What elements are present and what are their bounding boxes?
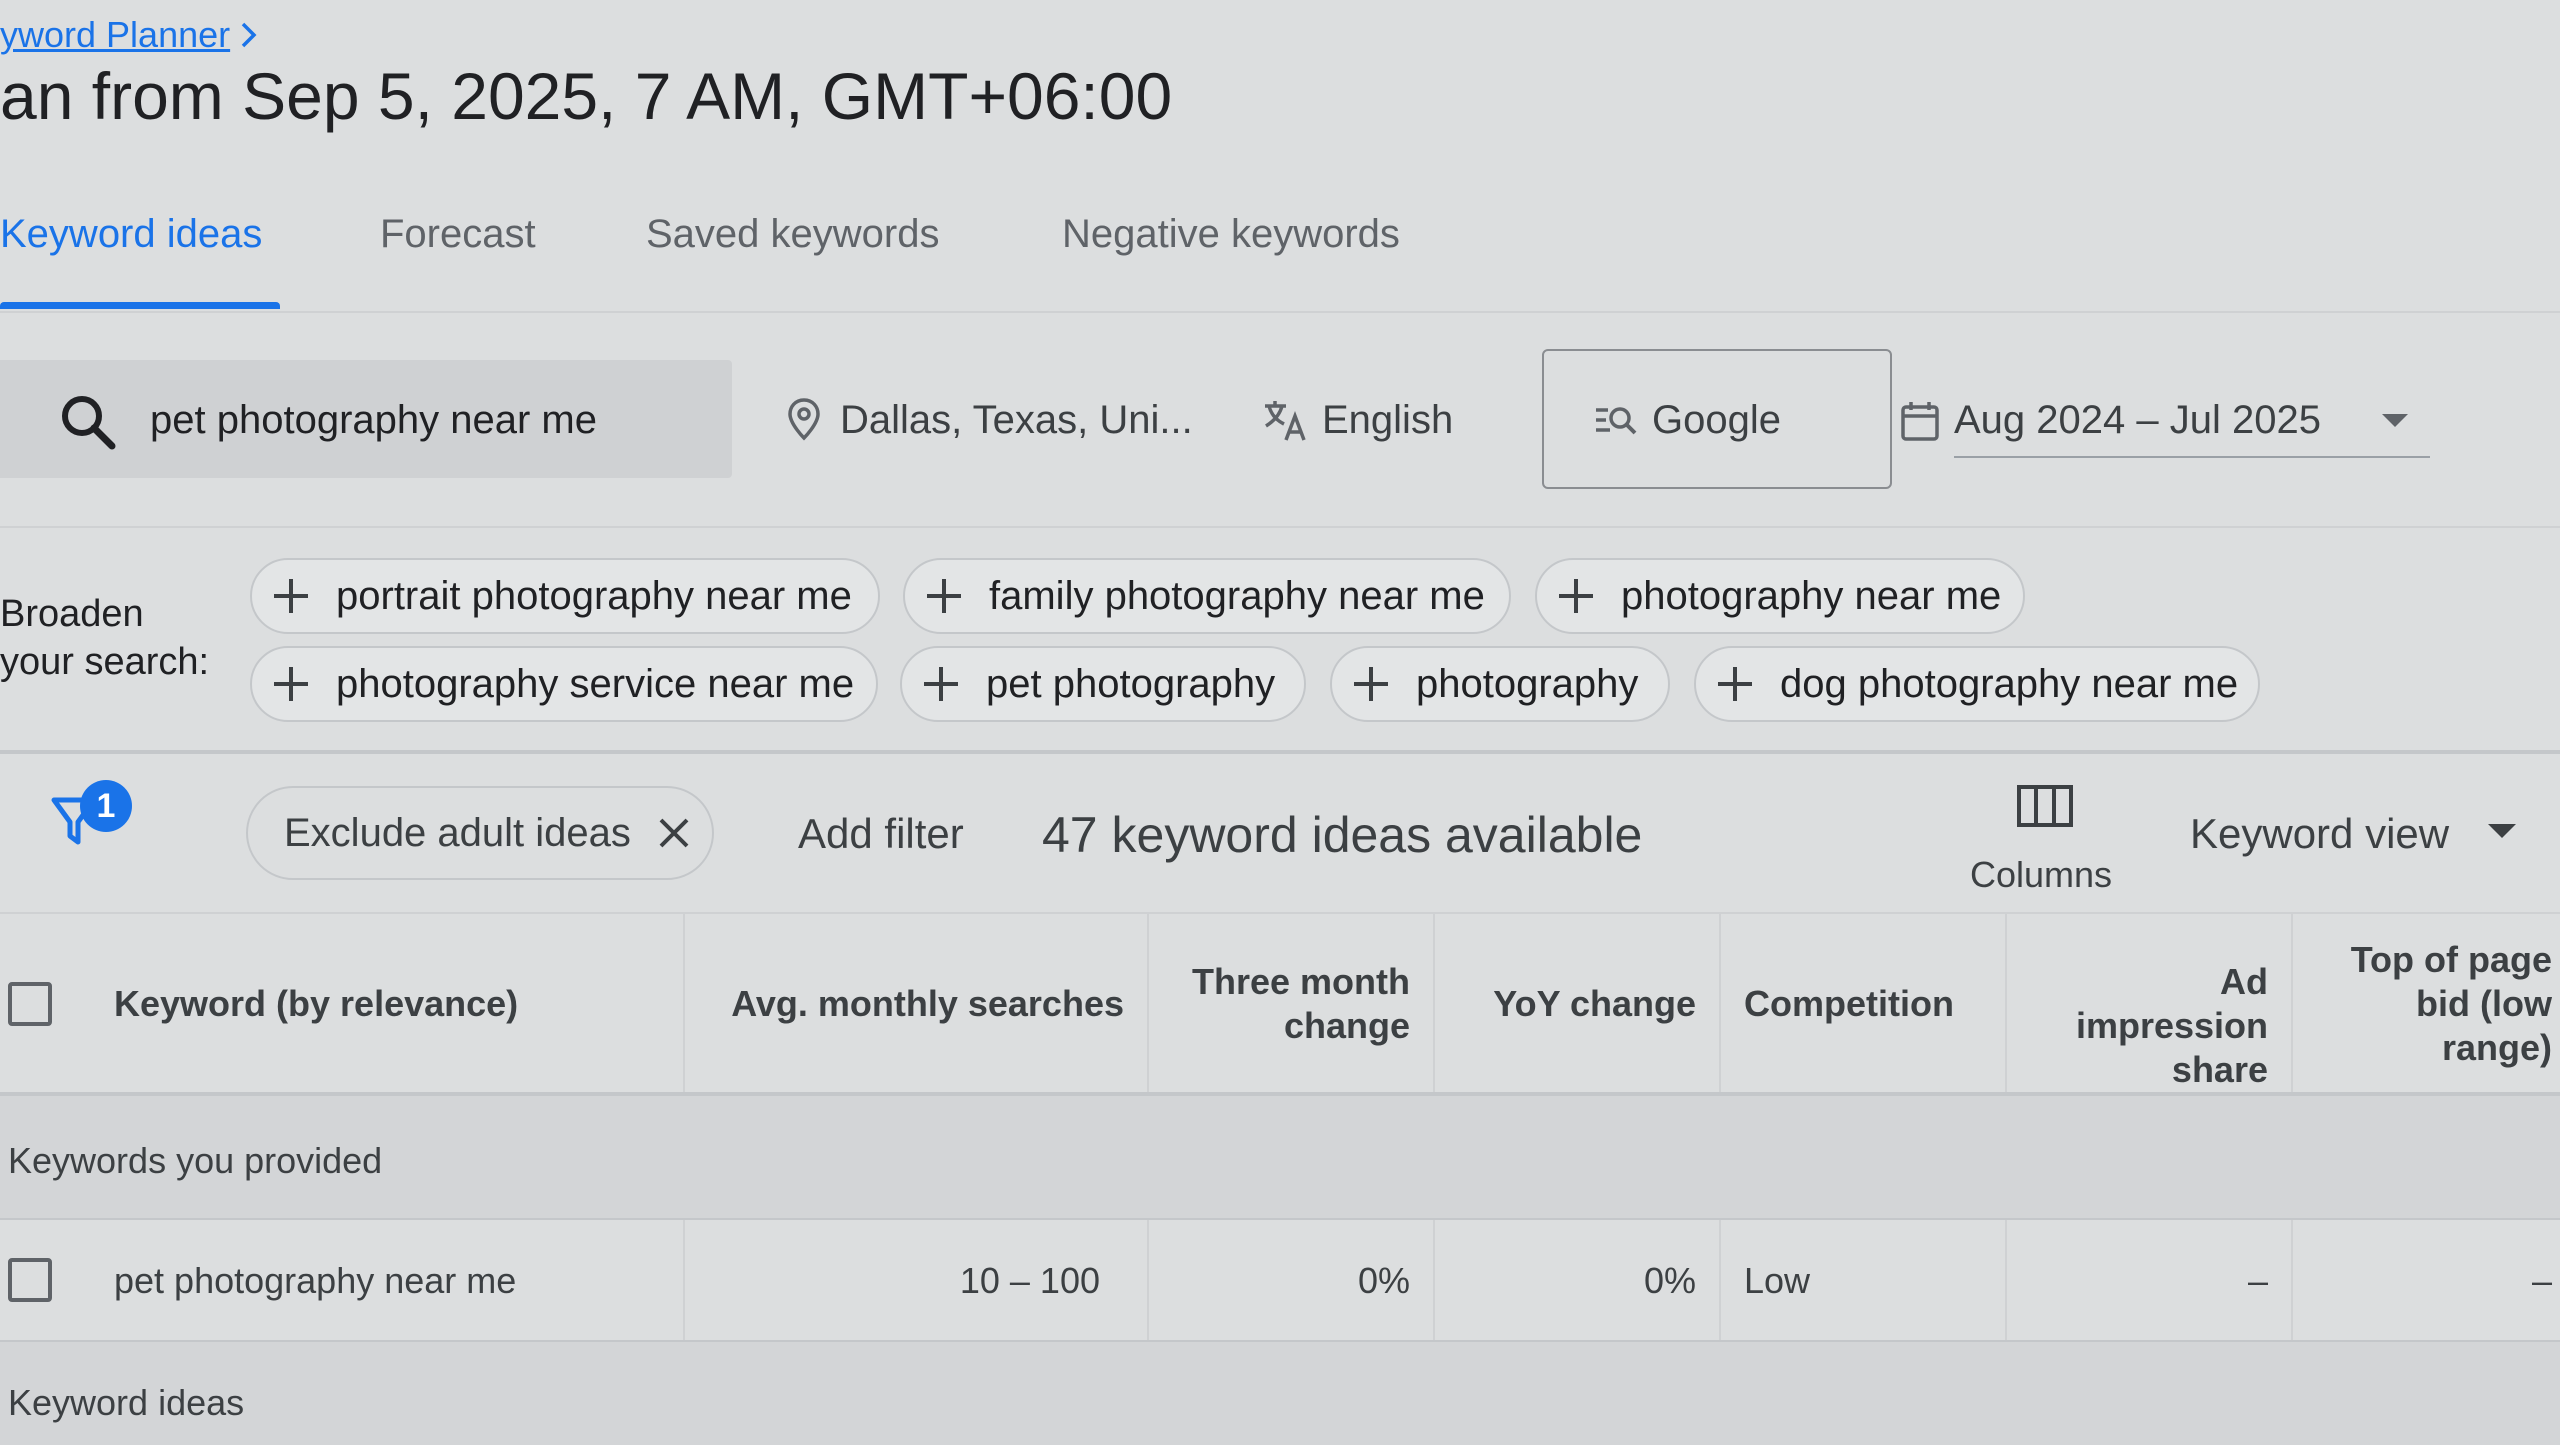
select-all-checkbox[interactable] — [8, 982, 52, 1026]
dropdown-arrow-icon[interactable] — [2380, 412, 2410, 430]
search-input[interactable]: pet photography near me — [150, 398, 597, 443]
row-checkbox[interactable] — [8, 1258, 52, 1302]
add-filter-button[interactable]: Add filter — [798, 810, 964, 858]
tab-saved-keywords[interactable]: Saved keywords — [646, 212, 939, 257]
breadcrumb: yword Planner — [0, 14, 258, 56]
language-selector[interactable]: English — [1322, 398, 1453, 443]
broaden-chip-label: pet photography — [986, 661, 1276, 706]
tab-negative-keywords[interactable]: Negative keywords — [1062, 212, 1400, 257]
column-header-yoy-change[interactable]: YoY change — [1450, 982, 1696, 1026]
group-label-keyword-ideas: Keyword ideas — [8, 1382, 245, 1423]
plus-icon — [1716, 665, 1754, 703]
cell-top-bid-low: – — [2531, 1260, 2552, 1301]
location-selector[interactable]: Dallas, Texas, Uni... — [840, 398, 1193, 443]
breadcrumb-link-keyword-planner[interactable]: yword Planner — [0, 14, 230, 56]
broaden-chip[interactable]: photography service near me — [250, 646, 878, 722]
broaden-chip[interactable]: photography — [1330, 646, 1670, 722]
broaden-search-label: Broaden your search: — [0, 593, 210, 683]
broaden-chip-label: dog photography near me — [1780, 661, 2239, 706]
row-divider — [0, 1218, 2560, 1220]
plus-icon — [272, 577, 310, 615]
columns-button[interactable]: Columns — [1970, 854, 2112, 896]
keyword-count: 47 keyword ideas available — [1042, 807, 1643, 863]
cell-ad-impression: – — [2247, 1260, 2268, 1301]
plus-icon — [1557, 577, 1595, 615]
broaden-chip-label: portrait photography near me — [336, 573, 852, 618]
filter-chip-label: Exclude adult ideas — [284, 810, 631, 855]
column-header-ad-impression-share[interactable]: Ad impression share — [2020, 960, 2268, 1092]
location-pin-icon — [786, 397, 822, 441]
group-header-band — [0, 1096, 2560, 1218]
date-underline — [1954, 456, 2430, 458]
group-label-keywords-provided: Keywords you provided — [8, 1140, 383, 1181]
dropdown-arrow-icon[interactable] — [2486, 822, 2518, 840]
broaden-chip-label: photography near me — [1621, 573, 2002, 618]
active-tab-indicator — [0, 302, 280, 309]
keyword-view-selector[interactable]: Keyword view — [2190, 810, 2449, 858]
column-header-avg-monthly-searches[interactable]: Avg. monthly searches — [700, 982, 1124, 1026]
cell-competition: Low — [1744, 1260, 1811, 1301]
column-header-top-of-page-bid-low[interactable]: Top of page bid (low range) — [2310, 938, 2552, 1070]
plus-icon — [1352, 665, 1390, 703]
plus-icon — [925, 577, 963, 615]
calendar-icon — [1900, 400, 1940, 442]
search-network-icon — [1594, 404, 1638, 436]
broaden-chip[interactable]: photography near me — [1535, 558, 2025, 634]
broaden-chip-label: family photography near me — [989, 573, 1485, 618]
column-header-keyword[interactable]: Keyword (by relevance) — [114, 982, 518, 1026]
filter-count-badge: 1 — [80, 780, 132, 832]
network-label: Google — [1652, 398, 1781, 442]
broaden-chip[interactable]: portrait photography near me — [250, 558, 880, 634]
plus-icon — [922, 665, 960, 703]
column-header-three-month-change[interactable]: Three month change — [1160, 960, 1410, 1048]
broaden-chip[interactable]: dog photography near me — [1694, 646, 2260, 722]
cell-yoy: 0% — [1643, 1260, 1696, 1301]
close-icon[interactable] — [657, 816, 691, 850]
divider — [0, 526, 2560, 528]
tab-forecast[interactable]: Forecast — [380, 212, 536, 257]
broaden-chip[interactable]: family photography near me — [903, 558, 1511, 634]
page-title: an from Sep 5, 2025, 7 AM, GMT+06:00 — [0, 59, 1173, 133]
divider — [0, 311, 2560, 313]
plus-icon — [272, 665, 310, 703]
tab-keyword-ideas[interactable]: Keyword ideas — [0, 212, 262, 257]
broaden-chip-label: photography service near me — [336, 661, 855, 706]
broaden-chip[interactable]: pet photography — [900, 646, 1306, 722]
cell-avg-monthly: 10 – 100 — [959, 1260, 1100, 1301]
translate-icon — [1262, 398, 1310, 442]
columns-icon[interactable] — [2016, 784, 2074, 828]
search-icon — [58, 392, 118, 452]
divider — [0, 750, 2560, 754]
chevron-right-icon — [240, 21, 258, 49]
broaden-chip-label: photography — [1416, 661, 1639, 706]
date-range-selector[interactable]: Aug 2024 – Jul 2025 — [1954, 398, 2321, 443]
column-header-competition[interactable]: Competition — [1744, 982, 1954, 1026]
cell-three-month: 0% — [1357, 1260, 1410, 1301]
divider — [0, 912, 2560, 914]
exclude-adult-ideas-chip[interactable]: Exclude adult ideas — [246, 786, 714, 880]
group-header-band — [0, 1342, 2560, 1445]
cell-keyword: pet photography near me — [114, 1260, 517, 1301]
